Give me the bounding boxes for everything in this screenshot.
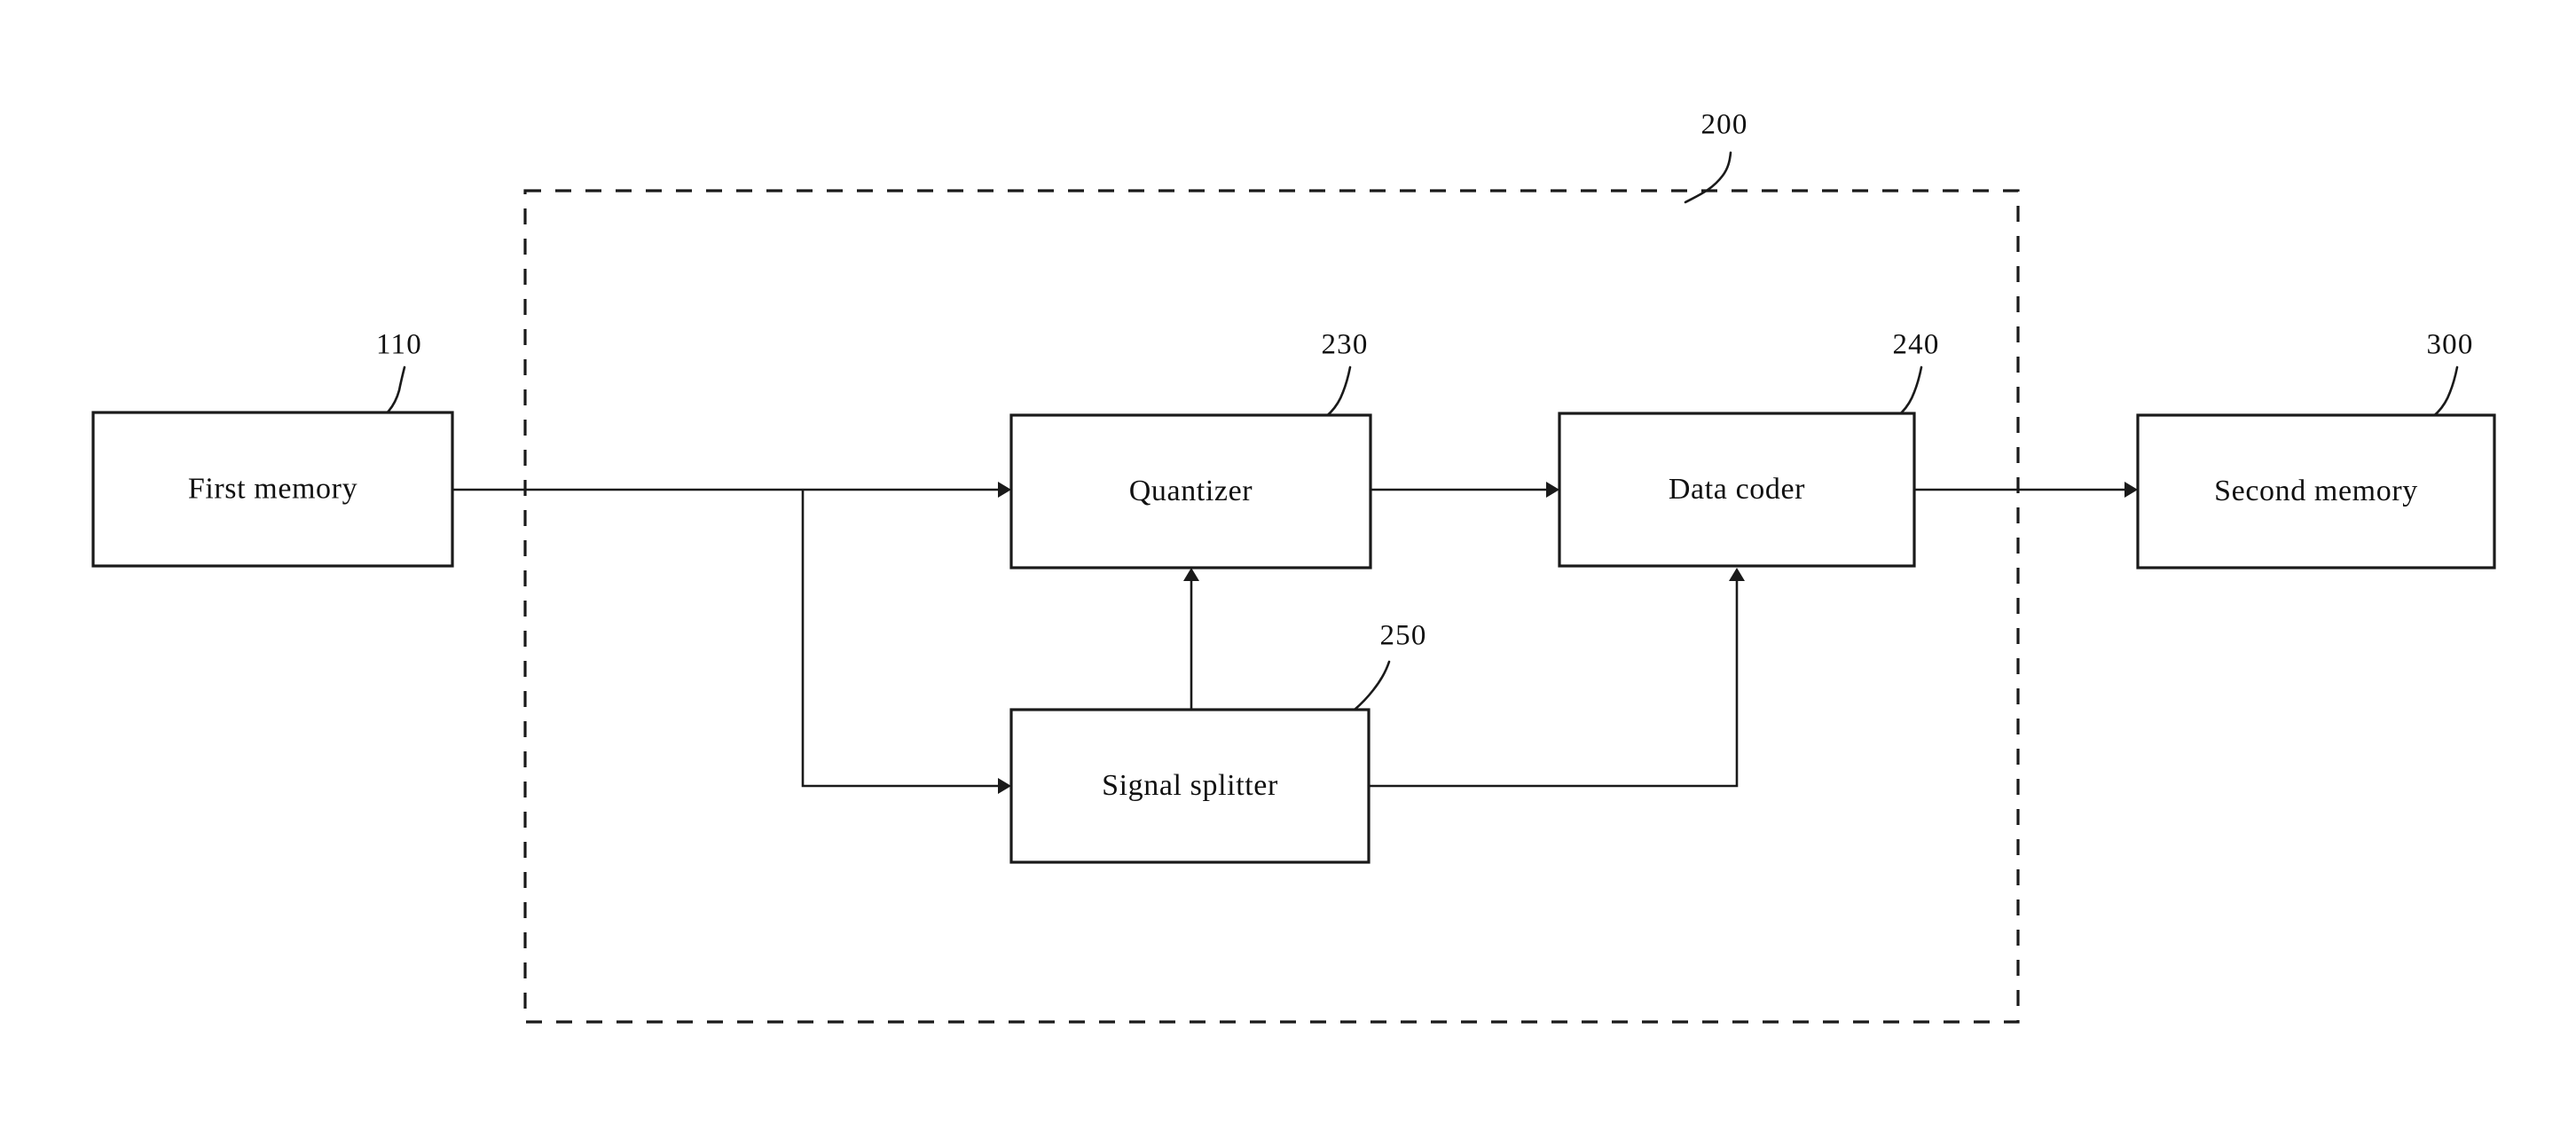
connector-first-memory-branch-to-signal-splitter (801, 490, 1001, 788)
block-quantizer[interactable]: Quantizer (1009, 413, 1372, 570)
block-data-coder[interactable]: Data coder (1558, 412, 1916, 568)
block-label-second-memory: Second memory (2214, 475, 2418, 507)
block-first-memory[interactable]: First memory (91, 411, 454, 568)
reference-numeral-300: 300 (2426, 329, 2473, 361)
block-signal-splitter[interactable]: Signal splitter (1009, 708, 1370, 864)
block-label-first-memory: First memory (188, 472, 357, 505)
arrowhead-signal-splitter-to-data-coder (1729, 568, 1745, 581)
block-diagram-svg: First memory Quantizer Data coder Second me… (91, 109, 2496, 1024)
reference-numeral-200: 200 (1700, 109, 1747, 141)
arrowhead-quantizer-to-data-coder (1546, 482, 1559, 498)
reference-numeral-110: 110 (376, 329, 422, 361)
block-label-data-coder: Data coder (1669, 473, 1805, 506)
block-second-memory[interactable]: Second memory (2136, 413, 2496, 570)
block-label-signal-splitter: Signal splitter (1102, 769, 1278, 802)
reference-numeral-240: 240 (1892, 329, 1939, 361)
figure-canvas: First memory Quantizer Data coder Second me… (0, 0, 2576, 1139)
leader-line-200 (1684, 151, 1732, 204)
connector-signal-splitter-to-data-coder (1369, 578, 1739, 788)
arrowhead-data-coder-to-second-memory (2124, 482, 2138, 498)
reference-numeral-250: 250 (1379, 620, 1426, 652)
block-label-quantizer: Quantizer (1129, 475, 1253, 507)
arrowhead-signal-splitter-to-quantizer (1183, 568, 1199, 581)
dashed-enclosure-200 (523, 189, 2020, 1024)
arrowhead-first-memory-to-quantizer (998, 482, 1011, 498)
arrowhead-first-memory-branch-to-signal-splitter (998, 778, 1011, 794)
reference-numeral-230: 230 (1321, 329, 1368, 361)
blocks-group: First memory Quantizer Data coder Second me… (91, 411, 2496, 864)
